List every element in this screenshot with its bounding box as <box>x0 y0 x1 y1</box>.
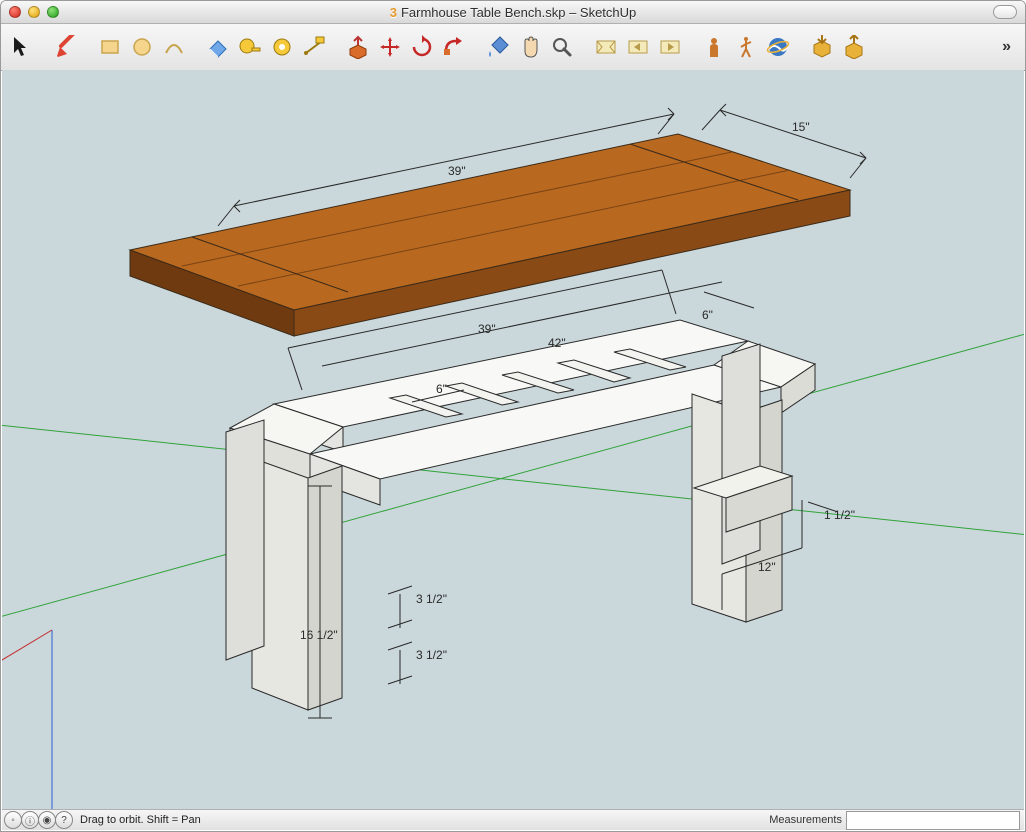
toolbar-overflow[interactable]: » <box>994 38 1019 56</box>
dim-frame-c: 6" <box>702 308 713 322</box>
dim-leg-height: 16 1/2" <box>300 628 338 642</box>
tape-measure-tool[interactable] <box>235 32 265 62</box>
rotate-tool[interactable] <box>407 32 437 62</box>
push-pull-tool[interactable] <box>343 32 373 62</box>
protractor-tool[interactable] <box>267 32 297 62</box>
model-view[interactable] <box>2 70 1024 809</box>
arc-tool[interactable] <box>159 32 189 62</box>
walk-tool[interactable] <box>731 32 761 62</box>
eraser-tool[interactable] <box>203 32 233 62</box>
hint-icon-1[interactable]: ◦ <box>4 811 22 829</box>
zoom-button[interactable] <box>47 6 59 18</box>
app-badge: 3 <box>390 5 397 20</box>
dim-seat-width: 15" <box>792 120 810 134</box>
dim-frame-a: 39" <box>478 322 496 336</box>
close-button[interactable] <box>9 6 21 18</box>
get-models-tool[interactable] <box>807 32 837 62</box>
dim-stretcher2: 3 1/2" <box>416 648 447 662</box>
title-text: Farmhouse Table Bench.skp – SketchUp <box>401 5 636 20</box>
next-view-tool[interactable] <box>655 32 685 62</box>
status-bar: ◦ ⓘ ◉ ? Drag to orbit. Shift = Pan Measu… <box>2 809 1024 830</box>
dim-stretcher1: 3 1/2" <box>416 592 447 606</box>
toolbar-toggle-button[interactable] <box>993 5 1017 19</box>
pencil-tool[interactable] <box>51 32 81 62</box>
move-tool[interactable] <box>375 32 405 62</box>
window-title: 3 Farmhouse Table Bench.skp – SketchUp <box>1 5 1025 20</box>
follow-me-tool[interactable] <box>439 32 469 62</box>
zoom-extents-tool[interactable] <box>591 32 621 62</box>
hand-tool[interactable] <box>515 32 545 62</box>
measurements-input[interactable] <box>846 811 1020 830</box>
status-hint: Drag to orbit. Shift = Pan <box>80 814 201 826</box>
zoom-tool[interactable] <box>547 32 577 62</box>
dim-frame-b: 42" <box>548 336 566 350</box>
measurements-label: Measurements <box>769 814 842 826</box>
dim-end-depth: 12" <box>758 560 776 574</box>
share-model-tool[interactable] <box>839 32 869 62</box>
status-icons: ◦ ⓘ ◉ ? <box>4 811 72 829</box>
circle-tool[interactable] <box>127 32 157 62</box>
rectangle-tool[interactable] <box>95 32 125 62</box>
dim-end-thick: 1 1/2" <box>824 508 855 522</box>
toolbar: » <box>1 24 1025 71</box>
paint-bucket-tool[interactable] <box>483 32 513 62</box>
window-controls <box>9 6 59 18</box>
minimize-button[interactable] <box>28 6 40 18</box>
viewport[interactable]: 39" 15" 39" 42" 6" 6" 3 1/2" 3 1/2" 16 1… <box>2 70 1024 809</box>
previous-view-tool[interactable] <box>623 32 653 62</box>
dim-frame-slat: 6" <box>436 382 447 396</box>
person-tool[interactable] <box>699 32 729 62</box>
google-earth-tool[interactable] <box>763 32 793 62</box>
titlebar: 3 Farmhouse Table Bench.skp – SketchUp <box>1 1 1025 24</box>
dim-seat-length: 39" <box>448 164 466 178</box>
hint-icon-3[interactable]: ◉ <box>38 811 56 829</box>
help-icon[interactable]: ? <box>55 811 73 829</box>
hint-icon-2[interactable]: ⓘ <box>21 811 39 829</box>
text-tool[interactable] <box>299 32 329 62</box>
select-tool[interactable] <box>7 32 37 62</box>
